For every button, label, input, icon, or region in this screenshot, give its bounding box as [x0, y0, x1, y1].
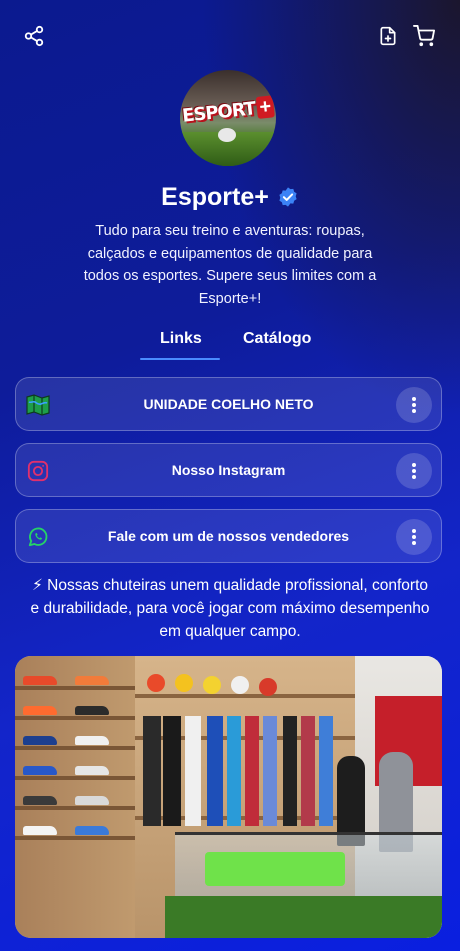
whatsapp-icon	[26, 525, 50, 549]
store-photo[interactable]	[15, 656, 442, 938]
promo-text: ⚡ Nossas chuteiras unem qualidade profis…	[30, 577, 430, 640]
more-vertical-icon[interactable]	[396, 387, 432, 423]
link-label: Fale com um de nossos vendedores	[107, 528, 350, 544]
avatar: ESPORT +	[180, 70, 276, 166]
active-tab-indicator	[140, 358, 220, 360]
tab-links[interactable]: Links	[160, 330, 202, 348]
brand-logo-text: ESPORT	[181, 97, 257, 127]
brand-logo: ESPORT +	[181, 91, 276, 130]
display-grass	[165, 896, 442, 938]
brand-logo-plus: +	[255, 95, 275, 119]
document-icon[interactable]	[374, 22, 402, 50]
profile-name-row: Esporte+	[0, 180, 460, 214]
map-icon	[26, 393, 50, 417]
more-vertical-icon[interactable]	[396, 519, 432, 555]
tab-catalog[interactable]: Catálogo	[243, 330, 311, 348]
profile-name: Esporte+	[161, 182, 269, 211]
avatar-ball	[218, 128, 236, 142]
verified-badge-icon	[277, 186, 299, 208]
share-icon[interactable]	[20, 22, 48, 50]
more-vertical-icon[interactable]	[396, 453, 432, 489]
link-label: UNIDADE COELHO NETO	[143, 396, 314, 412]
shoe-shelf	[15, 656, 135, 938]
cart-icon[interactable]	[410, 22, 438, 50]
green-jersey	[205, 852, 345, 886]
profile-bio: Tudo para seu treino e aventuras: roupas…	[83, 223, 377, 307]
link-instagram[interactable]: Nosso Instagram	[15, 443, 442, 497]
top-bar	[0, 0, 460, 72]
link-whatsapp[interactable]: Fale com um de nossos vendedores	[15, 509, 442, 563]
instagram-icon	[26, 459, 50, 483]
tab-bar: Links Catálogo	[0, 326, 460, 362]
link-unidade-coelho-neto[interactable]: UNIDADE COELHO NETO	[15, 377, 442, 431]
link-label: Nosso Instagram	[171, 462, 286, 478]
